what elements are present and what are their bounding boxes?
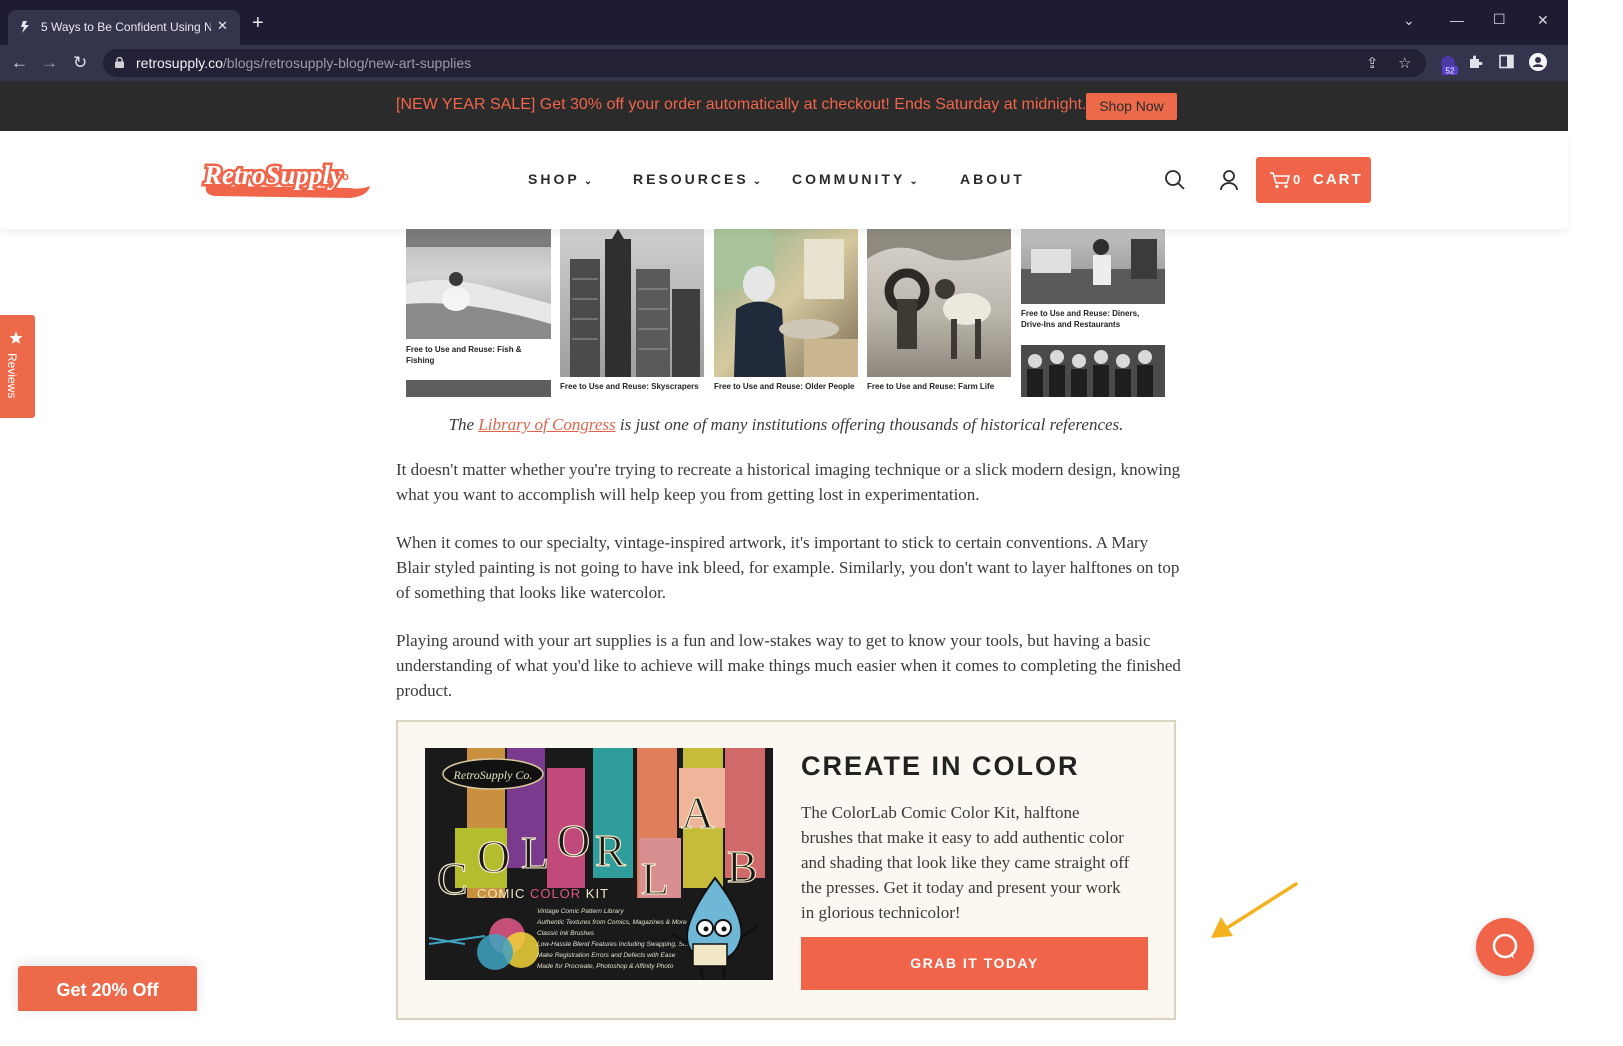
photo-caption: Free to Use and Reuse: Fish & Fishing: [406, 345, 522, 365]
article-paragraph: Playing around with your art supplies is…: [396, 631, 1181, 700]
article-paragraph: It doesn't matter whether you're trying …: [396, 460, 1181, 504]
logo-wordmark: RetroSupply: [203, 160, 343, 190]
browser-tab-active[interactable]: 5 Ways to Be Confident Using Ne ✕: [8, 10, 240, 45]
search-icon[interactable]: [1164, 169, 1186, 191]
cart-button[interactable]: 0 CART: [1256, 157, 1371, 203]
browser-tab-strip: 5 Ways to Be Confident Using Ne ✕ + ⌄ — …: [0, 0, 1568, 45]
kit-feature: Made for Procreate, Photoshop & Affinity…: [537, 963, 674, 970]
site-header: RetroSupply co SHOP ⌄ RESOURCES ⌄ COMMUNIT…: [0, 131, 1568, 229]
photo-caption: Free to Use and Reuse: Diners, Drive-Ins…: [1021, 309, 1140, 329]
address-bar-row: ← → ↻ retrosupply.co/blogs/retrosupply-b…: [0, 45, 1568, 81]
reviews-label: Reviews: [5, 353, 19, 399]
photo-caption: Free to Use and Reuse: Farm Life: [867, 382, 995, 391]
photo-group-people[interactable]: [1021, 345, 1165, 397]
back-icon[interactable]: ←: [11, 53, 28, 73]
url-input[interactable]: retrosupply.co/blogs/retrosupply-blog/ne…: [103, 49, 1426, 77]
kit-subtitle: COMIC COLOR KIT: [477, 886, 609, 901]
tab-title: 5 Ways to Be Confident Using Ne: [41, 20, 211, 34]
kit-brand-text: RetroSupply Co.: [453, 768, 533, 782]
bookmark-star-icon[interactable]: ☆: [1398, 54, 1411, 72]
chevron-down-icon: ⌄: [752, 176, 762, 187]
kit-letter: A: [681, 787, 714, 838]
retrosupply-favicon-icon: [21, 21, 29, 33]
maximize-icon[interactable]: ☐: [1493, 11, 1506, 28]
photo-skyscrapers[interactable]: [560, 229, 704, 377]
photo-diners-drive-ins[interactable]: [1021, 229, 1165, 304]
photo-strip-fragment: [406, 380, 551, 397]
kit-feature: Make Registration Errors and Defects wit…: [537, 952, 676, 959]
kit-letter: O: [557, 815, 590, 866]
chat-bubble-icon: [1492, 933, 1518, 959]
share-icon[interactable]: ⇪: [1366, 54, 1379, 72]
cart-count: 0: [1293, 172, 1301, 187]
nav-community[interactable]: COMMUNITY ⌄: [792, 171, 918, 187]
kit-letter: B: [727, 841, 758, 892]
url-text: retrosupply.co/blogs/retrosupply-blog/ne…: [136, 55, 472, 71]
kit-letter: L: [521, 827, 549, 878]
nav-shop[interactable]: SHOP ⌄: [528, 171, 592, 187]
profile-avatar-icon[interactable]: [1528, 52, 1548, 72]
kit-letter: R: [595, 825, 626, 876]
lock-icon: [115, 57, 124, 68]
help-chat-button[interactable]: [1476, 918, 1534, 976]
kit-feature: Authentic Textures from Comics, Magazine…: [536, 919, 687, 926]
kit-letter: C: [437, 853, 468, 904]
extension-badge-icon[interactable]: 52: [1438, 53, 1460, 75]
photo-caption: Free to Use and Reuse: Older People: [714, 382, 855, 391]
cart-label: CART: [1313, 171, 1363, 188]
shop-now-button[interactable]: Shop Now: [1086, 93, 1177, 120]
cta-description: The ColorLab Comic Color Kit, halftone b…: [801, 803, 1130, 922]
tab-close-icon[interactable]: ✕: [217, 18, 228, 34]
kit-feature: Classic Ink Brushes: [537, 930, 595, 937]
chevron-down-icon: ⌄: [909, 176, 918, 187]
reload-icon[interactable]: ↻: [73, 53, 87, 73]
account-icon[interactable]: [1219, 169, 1239, 191]
reviews-side-tab[interactable]: Reviews: [0, 315, 35, 418]
colorlab-kit-image[interactable]: RetroSupply Co. C O L O R L A B COMIC CO…: [425, 748, 773, 980]
kit-feature: Vintage Comic Pattern Library: [537, 908, 624, 915]
new-tab-icon[interactable]: +: [252, 13, 264, 33]
tab-search-chevron-icon[interactable]: ⌄: [1403, 12, 1415, 29]
photo-caption: Free to Use and Reuse: Skyscrapers: [560, 382, 699, 391]
grab-it-today-button[interactable]: GRAB IT TODAY: [801, 937, 1148, 990]
cart-icon: [1270, 172, 1291, 189]
extension-badge-count: 52: [1446, 67, 1455, 76]
photo-farm-life[interactable]: [867, 229, 1011, 377]
nav-about[interactable]: ABOUT: [960, 171, 1025, 187]
get-discount-button[interactable]: Get 20% Off: [18, 966, 197, 1011]
promo-text: [NEW YEAR SALE] Get 30% off your order a…: [396, 96, 1087, 113]
cta-title: CREATE IN COLOR: [801, 751, 1080, 781]
kit-letter: O: [477, 831, 510, 882]
article-paragraph: When it comes to our specialty, vintage-…: [396, 533, 1180, 602]
minimize-icon[interactable]: —: [1450, 12, 1464, 28]
side-panel-icon[interactable]: [1499, 54, 1514, 69]
image-caption: The Library of Congress is just one of m…: [448, 415, 1124, 434]
logo-co-suffix: co: [336, 171, 349, 183]
kit-letter: L: [641, 853, 669, 904]
retrosupply-logo[interactable]: RetroSupply co: [200, 156, 372, 202]
forward-icon[interactable]: →: [41, 53, 58, 73]
extensions-puzzle-icon[interactable]: [1467, 54, 1483, 70]
star-icon: [9, 331, 23, 344]
product-cta-box: RetroSupply Co. C O L O R L A B COMIC CO…: [396, 720, 1176, 1020]
photo-older-people[interactable]: [714, 229, 858, 377]
photo-fish-fishing[interactable]: [406, 229, 551, 339]
annotation-arrow: [1211, 882, 1298, 938]
close-window-icon[interactable]: ✕: [1537, 12, 1549, 29]
library-of-congress-link[interactable]: Library of Congress: [478, 415, 615, 434]
announcement-bar: [NEW YEAR SALE] Get 30% off your order a…: [0, 81, 1568, 131]
chevron-down-icon: ⌄: [583, 176, 593, 187]
nav-resources[interactable]: RESOURCES ⌄: [633, 171, 761, 187]
